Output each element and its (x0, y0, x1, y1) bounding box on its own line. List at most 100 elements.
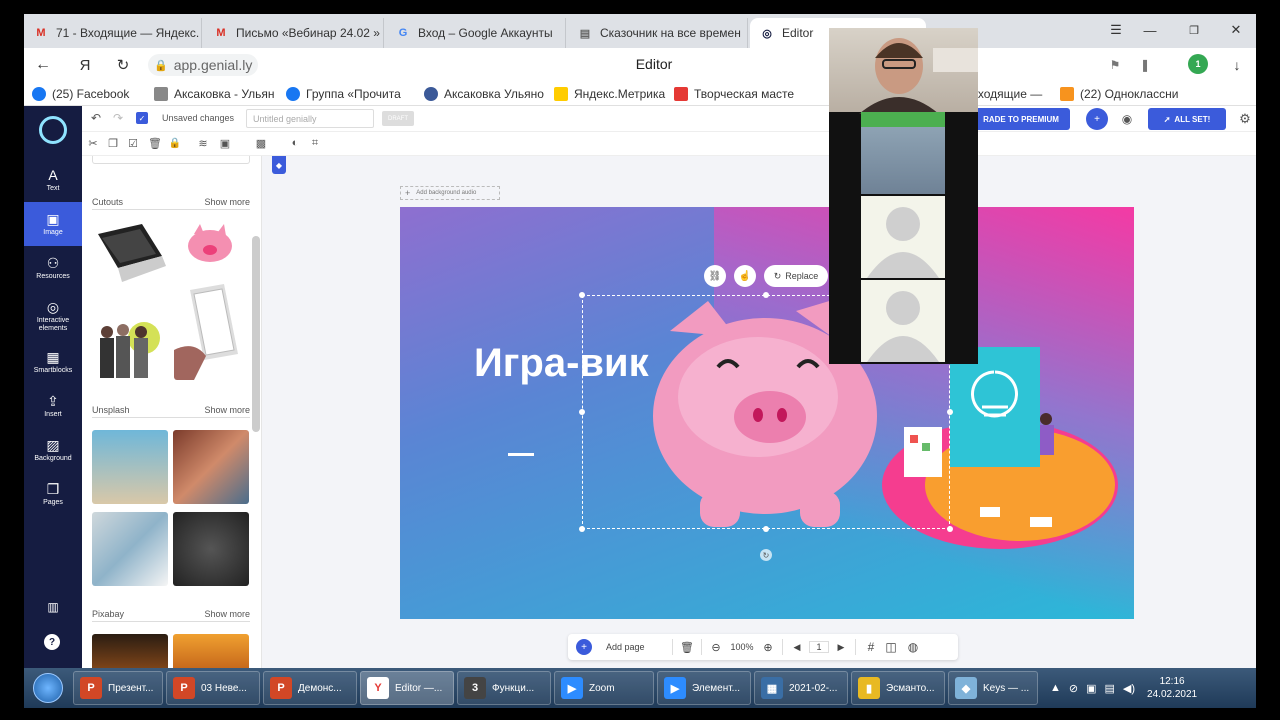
bookmark-item[interactable]: (25) Facebook (24, 86, 146, 101)
laptop-thumbnail[interactable] (92, 220, 170, 300)
palette-icon[interactable]: ◍ (902, 640, 924, 654)
browser-tab[interactable]: G Вход – Google Аккаунты (386, 18, 566, 48)
resize-handle[interactable] (947, 526, 953, 532)
tray-app-icon[interactable]: ▣ (1086, 682, 1096, 695)
bookmark-item[interactable]: Группа «Прочита (278, 86, 416, 101)
grid-icon[interactable]: # (862, 640, 880, 654)
replace-button[interactable]: ↻ Replace (764, 265, 828, 287)
show-more-link[interactable]: Show more (204, 405, 250, 415)
nav-insert[interactable]: ⇪ Insert (24, 384, 82, 428)
taskbar-item[interactable]: ▦ 2021-02-... (754, 671, 848, 705)
align-icon[interactable]: ▣ (218, 136, 232, 150)
show-more-link[interactable]: Show more (204, 609, 250, 619)
back-icon[interactable]: ← (32, 55, 54, 75)
menu-icon[interactable]: ☰ (1104, 20, 1128, 40)
rowing-thumbnail[interactable] (173, 512, 249, 586)
show-more-link[interactable]: Show more (204, 197, 250, 207)
panel-scrollbar[interactable] (252, 236, 260, 432)
library-icon[interactable]: ▥ (44, 598, 62, 616)
rotate-handle-icon[interactable]: ↻ (760, 549, 772, 561)
taskbar-item[interactable]: ▶ Zoom (554, 671, 654, 705)
resize-handle[interactable] (579, 409, 585, 415)
nav-text[interactable]: A Text (24, 158, 82, 202)
interactivity-icon[interactable]: ☝ (734, 265, 756, 287)
network-icon[interactable]: ▤ (1105, 682, 1115, 695)
layers-icon[interactable]: ≋ (196, 136, 210, 150)
bookmark-item[interactable]: Яндекс.Метрика (546, 86, 666, 101)
copy-icon[interactable]: ❐ (106, 136, 120, 150)
add-background-audio-button[interactable]: + Add background audio (400, 186, 500, 200)
resize-handle[interactable] (947, 409, 953, 415)
add-page-button[interactable]: Add page (606, 642, 666, 652)
clock[interactable]: 12:16 24.02.2021 (1147, 675, 1197, 701)
taskbar-item[interactable]: 3 Функци... (457, 671, 551, 705)
delete-icon[interactable]: 🗑 (148, 136, 162, 150)
bookmark-item[interactable]: Творческая масте (666, 86, 796, 101)
browser-tab[interactable]: M 71 - Входящие — Яндекс. (24, 18, 202, 48)
bookmark-item[interactable]: (22) Одноклассни (1052, 86, 1184, 101)
url-field[interactable]: 🔒 app.genial.ly (148, 54, 258, 76)
tray-app-icon[interactable]: ⊘ (1069, 682, 1078, 695)
resize-handle[interactable] (579, 526, 585, 532)
taskbar-item[interactable]: ▮ Эсманто... (851, 671, 945, 705)
all-set-button[interactable]: ➚ ALL SET! (1148, 108, 1226, 130)
people-thumbnail[interactable] (92, 308, 160, 380)
taskbar-item[interactable]: ▶ Элемент... (657, 671, 751, 705)
undo-icon[interactable]: ↶ (88, 110, 104, 126)
reload-icon[interactable]: ↻ (112, 55, 134, 75)
browser-tab[interactable]: ▤ Сказочник на все времен (568, 18, 748, 48)
add-page-icon[interactable]: + (576, 639, 592, 655)
add-user-icon[interactable]: + (1086, 108, 1108, 130)
slide[interactable]: Игра-вик ↻ ⛓ ☝ ↻ Replace (400, 207, 1134, 619)
nav-image[interactable]: ▣ Image (24, 202, 82, 246)
piggy-thumbnail[interactable] (178, 220, 238, 270)
link-icon[interactable]: ⛓ (704, 265, 726, 287)
tray-expand-icon[interactable]: ▲ (1050, 682, 1061, 694)
close-window-icon[interactable]: ✕ (1224, 20, 1248, 40)
resize-handle[interactable] (763, 292, 769, 298)
transparency-icon[interactable]: ▩ (254, 136, 268, 150)
phone-hand-thumbnail[interactable] (174, 280, 250, 380)
taskbar-item[interactable]: P Демонс... (263, 671, 357, 705)
beach-thumbnail[interactable] (92, 430, 168, 504)
nav-background[interactable]: ▨ Background (24, 428, 82, 472)
nav-resources[interactable]: ⚇ Resources (24, 246, 82, 290)
lock-icon[interactable]: 🔒 (168, 136, 182, 150)
crop-icon[interactable]: ⌗ (308, 136, 322, 150)
search-input[interactable] (92, 156, 250, 164)
taskbar-item[interactable]: P Презент... (73, 671, 163, 705)
resize-handle[interactable] (579, 292, 585, 298)
yandex-icon[interactable]: Я (74, 55, 96, 75)
resize-handle[interactable] (763, 526, 769, 532)
slide-dash[interactable] (508, 453, 534, 456)
volume-icon[interactable]: ◀) (1123, 682, 1135, 695)
paste-icon[interactable]: ☑ (126, 136, 140, 150)
help-icon[interactable]: ? (44, 634, 60, 650)
extension-icon[interactable]: 1 (1188, 54, 1208, 74)
previous-page-icon[interactable]: ◀ (789, 642, 805, 653)
sunset-thumbnail[interactable] (173, 634, 249, 668)
restore-icon[interactable]: ❐ (1182, 20, 1206, 40)
taskbar-item-active[interactable]: Y Editor —... (360, 671, 454, 705)
nav-smartblocks[interactable]: ▦ Smartblocks (24, 340, 82, 384)
genially-logo-icon[interactable] (39, 116, 67, 144)
night-thumbnail[interactable] (92, 634, 168, 668)
checkbox-icon[interactable]: ✓ (136, 112, 148, 124)
zoom-out-icon[interactable]: ⊖ (708, 641, 724, 654)
office-thumbnail[interactable] (92, 512, 168, 586)
hands-thumbnail[interactable] (173, 430, 249, 504)
taskbar-item[interactable]: P 03 Неве... (166, 671, 260, 705)
zoom-in-icon[interactable]: ⊕ (760, 641, 776, 654)
translate-icon[interactable]: ⚑ (1106, 56, 1124, 74)
nav-interactive-elements[interactable]: ◎ Interactive elements (24, 292, 82, 340)
preview-eye-icon[interactable]: ◉ (1118, 110, 1136, 128)
start-button[interactable] (26, 669, 70, 707)
upgrade-premium-button[interactable]: RADE TO PREMIUM (972, 108, 1070, 130)
bookmark-item[interactable]: Аксаковка Ульяно (416, 86, 546, 101)
bookmark-icon[interactable]: ❚ (1136, 56, 1154, 74)
redo-icon[interactable]: ↷ (110, 110, 126, 126)
cut-icon[interactable]: ✂ (86, 136, 100, 150)
download-icon[interactable]: ↓ (1226, 54, 1248, 76)
delete-page-icon[interactable]: 🗑 (679, 641, 695, 654)
page-number[interactable]: 1 (809, 641, 829, 653)
